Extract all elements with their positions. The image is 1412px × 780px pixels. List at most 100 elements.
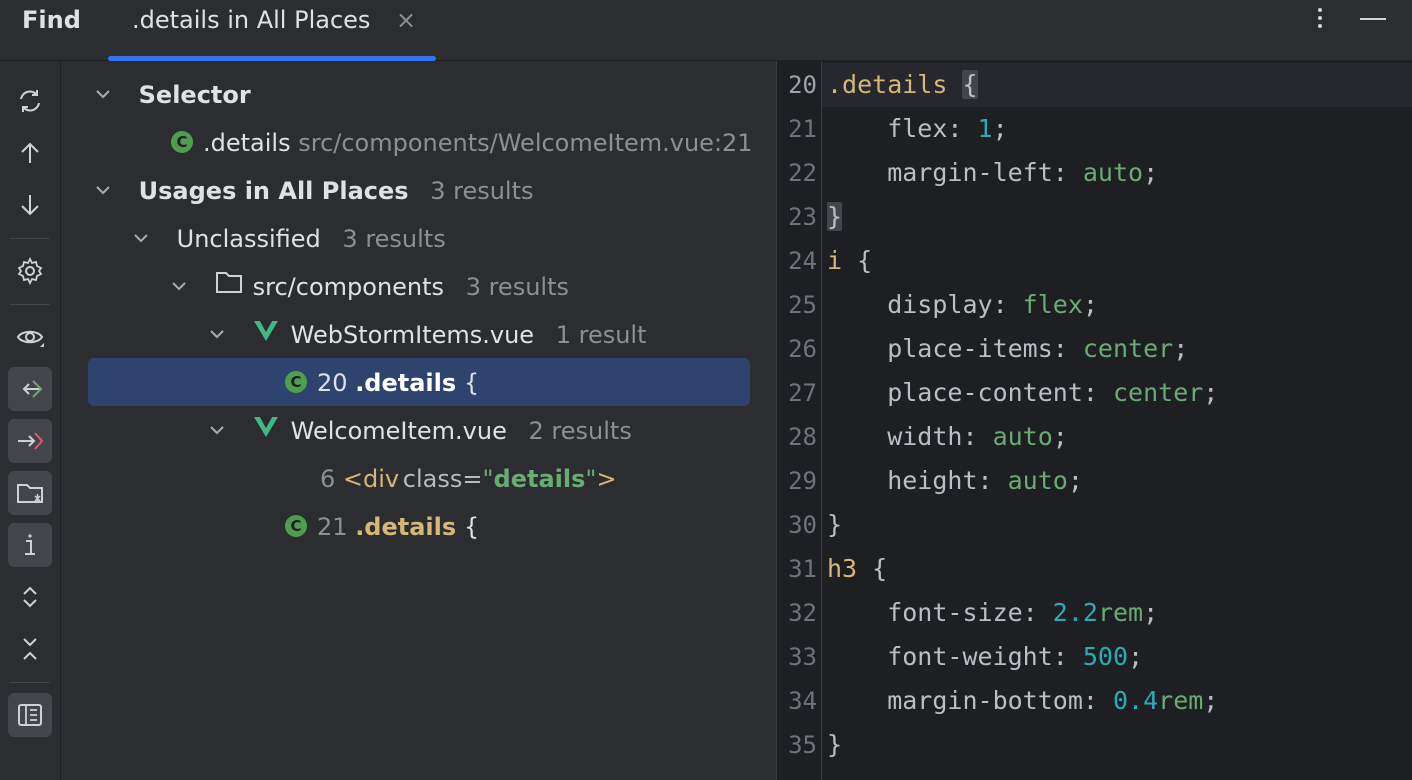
css-property: } <box>827 730 843 759</box>
punctuation: ; <box>1143 598 1159 627</box>
collapse-all-icon[interactable] <box>8 627 52 671</box>
css-value: 500 <box>1082 642 1129 671</box>
match-quote-open: " <box>482 465 494 493</box>
css-property: display: <box>827 290 1023 319</box>
selector-label: Selector <box>138 81 251 109</box>
line-number: 30 <box>788 511 817 539</box>
line-number: 24 <box>788 247 817 275</box>
file1-count: 1 result <box>555 321 647 349</box>
code-line: .details { <box>827 63 978 107</box>
code-preview-pane[interactable]: 20 .details {21 flex: 1; 22 margin-left: a… <box>776 61 1412 780</box>
info-icon[interactable] <box>8 523 52 567</box>
tree-node-unclassified[interactable]: Unclassified 3 results <box>131 215 446 263</box>
settings-icon[interactable] <box>8 249 52 293</box>
line-number: 20 <box>788 71 817 99</box>
css-property: margin-left: <box>827 158 1083 187</box>
more-options-icon[interactable] <box>1306 4 1334 36</box>
line-number: 25 <box>788 291 817 319</box>
file2-name: WelcomeItem.vue <box>290 417 507 445</box>
code-line: } <box>827 503 842 547</box>
css-value: { <box>857 554 888 583</box>
css-property: height: <box>827 466 1008 495</box>
code-line: font-size: 2.2rem; <box>827 591 1158 635</box>
punctuation: ; <box>1143 158 1159 187</box>
match-line-number: 21 <box>317 513 348 541</box>
toolbar-separator <box>10 304 50 305</box>
read-access-icon[interactable] <box>8 367 52 411</box>
chevron-down-icon[interactable] <box>93 72 113 120</box>
css-value: { <box>842 246 873 275</box>
match-line-number: 6 <box>320 465 336 493</box>
line-number: 27 <box>788 379 817 407</box>
css-property: width: <box>827 422 993 451</box>
find-toolbar <box>0 61 61 780</box>
css-class-icon: C <box>285 515 307 537</box>
expand-all-icon[interactable] <box>8 575 52 619</box>
tree-node-match-selected[interactable]: C 20 .details { <box>285 359 479 407</box>
css-class-icon: C <box>171 131 193 153</box>
rerun-icon[interactable] <box>8 79 52 123</box>
code-line: h3 { <box>827 547 887 591</box>
match-quote-close: " <box>585 465 597 493</box>
code-line: height: auto; <box>827 459 1083 503</box>
write-access-icon[interactable] <box>8 419 52 463</box>
match-string: details <box>493 465 586 493</box>
chevron-down-icon[interactable] <box>169 264 189 312</box>
usages-tree: Selector C .details src/components/Welcom… <box>61 61 775 780</box>
code-line: } <box>827 195 843 239</box>
css-property: margin-bottom: <box>827 686 1113 715</box>
chevron-down-icon[interactable] <box>131 216 151 264</box>
css-property: flex: <box>827 114 978 143</box>
css-value: auto <box>992 422 1053 451</box>
tree-node-match[interactable]: 6 <div class="details"> <box>320 455 617 503</box>
tab-details-in-all-places[interactable]: .details in All Places × <box>108 0 436 61</box>
css-property: font-size: <box>827 598 1053 627</box>
close-icon[interactable]: × <box>396 6 416 34</box>
css-value: center <box>1082 334 1174 363</box>
unclassified-count: 3 results <box>342 225 446 253</box>
group-by-directory-icon[interactable] <box>8 471 52 515</box>
folder-label: src/components <box>252 273 445 301</box>
preview-icon[interactable] <box>8 315 52 359</box>
tree-node-folder[interactable]: src/components 3 results <box>169 263 569 311</box>
code-line: i { <box>827 239 872 283</box>
usages-count: 3 results <box>430 177 534 205</box>
show-preview-panel-icon[interactable] <box>8 693 52 737</box>
css-value: 2.2 <box>1052 598 1098 627</box>
css-value: auto <box>1007 466 1068 495</box>
next-occurrence-icon[interactable] <box>8 183 52 227</box>
folder-icon <box>215 262 243 310</box>
tree-node-usages[interactable]: Usages in All Places 3 results <box>93 167 534 215</box>
punctuation: ; <box>1067 466 1083 495</box>
line-number: 26 <box>788 335 817 363</box>
tree-node-file-webstormitems[interactable]: WebStormItems.vue 1 result <box>207 311 647 359</box>
css-unit: rem <box>1097 598 1144 627</box>
file1-name: WebStormItems.vue <box>290 321 535 349</box>
code-line: width: auto; <box>827 415 1068 459</box>
punctuation: ; <box>1052 422 1068 451</box>
previous-occurrence-icon[interactable] <box>8 131 52 175</box>
css-property: font-weight: <box>827 642 1083 671</box>
chevron-down-icon[interactable] <box>207 408 227 456</box>
tree-node-selector[interactable]: Selector <box>93 71 251 119</box>
line-number: 33 <box>788 643 817 671</box>
tree-node-selector-item[interactable]: C .details src/components/WelcomeItem.vue… <box>171 119 753 167</box>
css-value: center <box>1112 378 1204 407</box>
match-selector: .details <box>355 369 457 397</box>
find-tool-window-header: Find .details in All Places × <box>0 0 1412 61</box>
match-attr: class= <box>402 465 483 493</box>
tree-node-match[interactable]: C 21 .details { <box>285 503 479 551</box>
punctuation: ; <box>1173 334 1189 363</box>
unclassified-label: Unclassified <box>176 225 321 253</box>
css-value: 0.4 <box>1112 686 1159 715</box>
css-property: } <box>827 202 843 231</box>
minimize-icon[interactable] <box>1360 18 1386 20</box>
chevron-down-icon[interactable] <box>207 312 227 360</box>
tree-node-file-welcomeitem[interactable]: WelcomeItem.vue 2 results <box>207 407 632 455</box>
line-number: 23 <box>788 203 817 231</box>
match-selector: .details <box>355 513 457 541</box>
selector-item-path: src/components/WelcomeItem.vue:21 <box>298 129 753 157</box>
chevron-down-icon[interactable] <box>93 168 113 216</box>
punctuation: ; <box>992 114 1008 143</box>
css-selector: h3 <box>827 554 858 583</box>
